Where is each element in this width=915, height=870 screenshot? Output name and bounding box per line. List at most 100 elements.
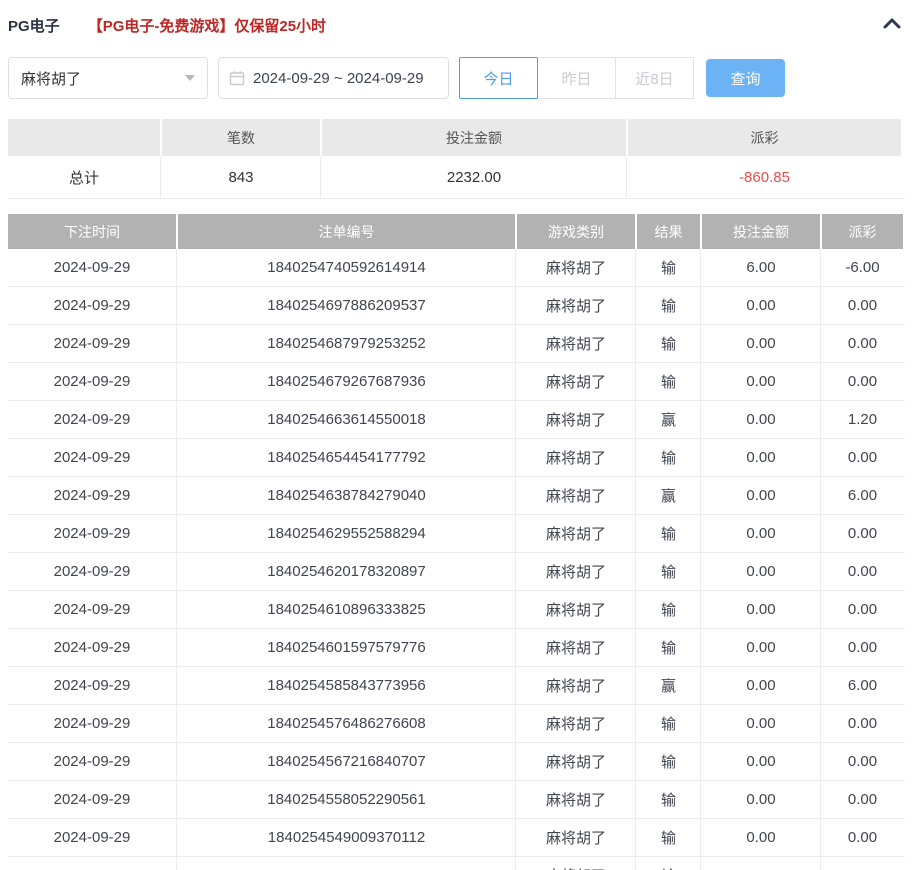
records-header-row: 下注时间 注单编号 游戏类别 结果 投注金额 派彩: [8, 214, 905, 249]
game-category-cell: 麻将胡了: [517, 287, 635, 324]
bet-amount-cell: 0.00: [702, 515, 820, 552]
result-cell: 赢: [637, 401, 700, 438]
table-row: 2024-09-291840254663614550018麻将胡了赢0.001.…: [8, 401, 905, 439]
table-row: 2024-09-291840254654454177792麻将胡了输0.000.…: [8, 439, 905, 477]
result-cell: 输: [637, 705, 700, 742]
bet-time-cell: 2024-09-29: [8, 515, 176, 552]
promo-notice: 【PG电子-免费游戏】仅保留25小时: [88, 15, 326, 36]
collapse-button[interactable]: [879, 12, 905, 38]
bet-amount-cell: 0.00: [702, 591, 820, 628]
chevron-up-icon: [883, 16, 901, 34]
summary-header-blank: [8, 119, 160, 156]
result-cell: 输: [637, 591, 700, 628]
game-select[interactable]: 麻将胡了: [8, 57, 208, 99]
bet-time-cell: 2024-09-29: [8, 553, 176, 590]
bet-time-cell: 2024-09-29: [8, 325, 176, 362]
game-category-cell: 麻将胡了: [517, 743, 635, 780]
order-no-cell: 1840254663614550018: [178, 401, 515, 438]
order-no-cell: 1840254567216840707: [178, 743, 515, 780]
bet-time-cell: 2024-09-29: [8, 249, 176, 286]
table-row: 2024-09-291840254601597579776麻将胡了输0.000.…: [8, 629, 905, 667]
payout-cell: 0.00: [822, 781, 903, 818]
order-no-cell: 1840254610896333825: [178, 591, 515, 628]
result-cell: 输: [637, 515, 700, 552]
order-no-cell: 1840254629552588294: [178, 515, 515, 552]
result-cell: 输: [637, 629, 700, 666]
bet-amount-cell: 0.00: [702, 781, 820, 818]
table-row: 2024-09-291840254567216840707麻将胡了输0.000.…: [8, 743, 905, 781]
payout-cell: 0.00: [822, 325, 903, 362]
summary-total-count: 843: [162, 156, 320, 198]
game-category-cell: 麻将胡了: [517, 363, 635, 400]
payout-cell: -6.00: [822, 249, 903, 286]
table-row: 2024-09-291840254503102734850麻将胡了输0.000.…: [8, 857, 905, 870]
bet-time-cell: 2024-09-29: [8, 667, 176, 704]
game-category-cell: 麻将胡了: [517, 629, 635, 666]
order-no-cell: 1840254740592614914: [178, 249, 515, 286]
records-table: 下注时间 注单编号 游戏类别 结果 投注金额 派彩 2024-09-291840…: [8, 214, 905, 870]
bet-amount-cell: 0.00: [702, 667, 820, 704]
game-select-value: 麻将胡了: [21, 68, 81, 89]
date-range-picker[interactable]: 2024-09-29 ~ 2024-09-29: [218, 57, 449, 99]
payout-cell: 6.00: [822, 477, 903, 514]
game-category-cell: 麻将胡了: [517, 819, 635, 856]
result-cell: 输: [637, 819, 700, 856]
result-cell: 输: [637, 781, 700, 818]
table-row: 2024-09-291840254697886209537麻将胡了输0.000.…: [8, 287, 905, 325]
result-cell: 输: [637, 287, 700, 324]
bet-amount-cell: 0.00: [702, 857, 820, 870]
yesterday-button[interactable]: 昨日: [537, 57, 616, 99]
header-result: 结果: [637, 214, 700, 249]
game-category-cell: 麻将胡了: [517, 249, 635, 286]
order-no-cell: 1840254638784279040: [178, 477, 515, 514]
date-range-value: 2024-09-29 ~ 2024-09-29: [253, 70, 424, 87]
result-cell: 赢: [637, 477, 700, 514]
bet-amount-cell: 0.00: [702, 401, 820, 438]
order-no-cell: 1840254549009370112: [178, 819, 515, 856]
payout-cell: 0.00: [822, 439, 903, 476]
order-no-cell: 1840254585843773956: [178, 667, 515, 704]
order-no-cell: 1840254620178320897: [178, 553, 515, 590]
order-no-cell: 1840254654454177792: [178, 439, 515, 476]
result-cell: 输: [637, 363, 700, 400]
payout-cell: 0.00: [822, 819, 903, 856]
summary-header-bet-amount: 投注金额: [322, 119, 626, 156]
table-row: 2024-09-291840254558052290561麻将胡了输0.000.…: [8, 781, 905, 819]
bet-amount-cell: 0.00: [702, 743, 820, 780]
payout-cell: 0.00: [822, 705, 903, 742]
order-no-cell: 1840254679267687936: [178, 363, 515, 400]
result-cell: 输: [637, 857, 700, 870]
panel-header: PG电子 【PG电子-免费游戏】仅保留25小时: [8, 8, 907, 38]
order-no-cell: 1840254687979253252: [178, 325, 515, 362]
bet-time-cell: 2024-09-29: [8, 819, 176, 856]
today-button[interactable]: 今日: [459, 57, 538, 99]
header-bet-amount: 投注金额: [702, 214, 820, 249]
bet-amount-cell: 0.00: [702, 477, 820, 514]
summary-table: 笔数 投注金额 派彩 总计 843 2232.00 -860.85: [8, 119, 905, 199]
payout-cell: 0.00: [822, 287, 903, 324]
query-button[interactable]: 查询: [706, 59, 785, 97]
last8days-button[interactable]: 近8日: [615, 57, 694, 99]
payout-cell: 0.00: [822, 553, 903, 590]
provider-title: PG电子: [8, 15, 60, 36]
order-no-cell: 1840254576486276608: [178, 705, 515, 742]
table-row: 2024-09-291840254629552588294麻将胡了输0.000.…: [8, 515, 905, 553]
bet-time-cell: 2024-09-29: [8, 439, 176, 476]
payout-cell: 0.00: [822, 363, 903, 400]
table-row: 2024-09-291840254620178320897麻将胡了输0.000.…: [8, 553, 905, 591]
summary-header-count: 笔数: [162, 119, 320, 156]
payout-cell: 0.00: [822, 743, 903, 780]
order-no-cell: 1840254503102734850: [178, 857, 515, 870]
header-bet-time: 下注时间: [8, 214, 176, 249]
game-category-cell: 麻将胡了: [517, 439, 635, 476]
bet-amount-cell: 0.00: [702, 439, 820, 476]
header-payout: 派彩: [822, 214, 903, 249]
payout-cell: 0.00: [822, 515, 903, 552]
payout-cell: 1.20: [822, 401, 903, 438]
game-category-cell: 麻将胡了: [517, 325, 635, 362]
bet-amount-cell: 6.00: [702, 249, 820, 286]
game-category-cell: 麻将胡了: [517, 705, 635, 742]
bet-time-cell: 2024-09-29: [8, 477, 176, 514]
bet-amount-cell: 0.00: [702, 705, 820, 742]
bet-time-cell: 2024-09-29: [8, 363, 176, 400]
